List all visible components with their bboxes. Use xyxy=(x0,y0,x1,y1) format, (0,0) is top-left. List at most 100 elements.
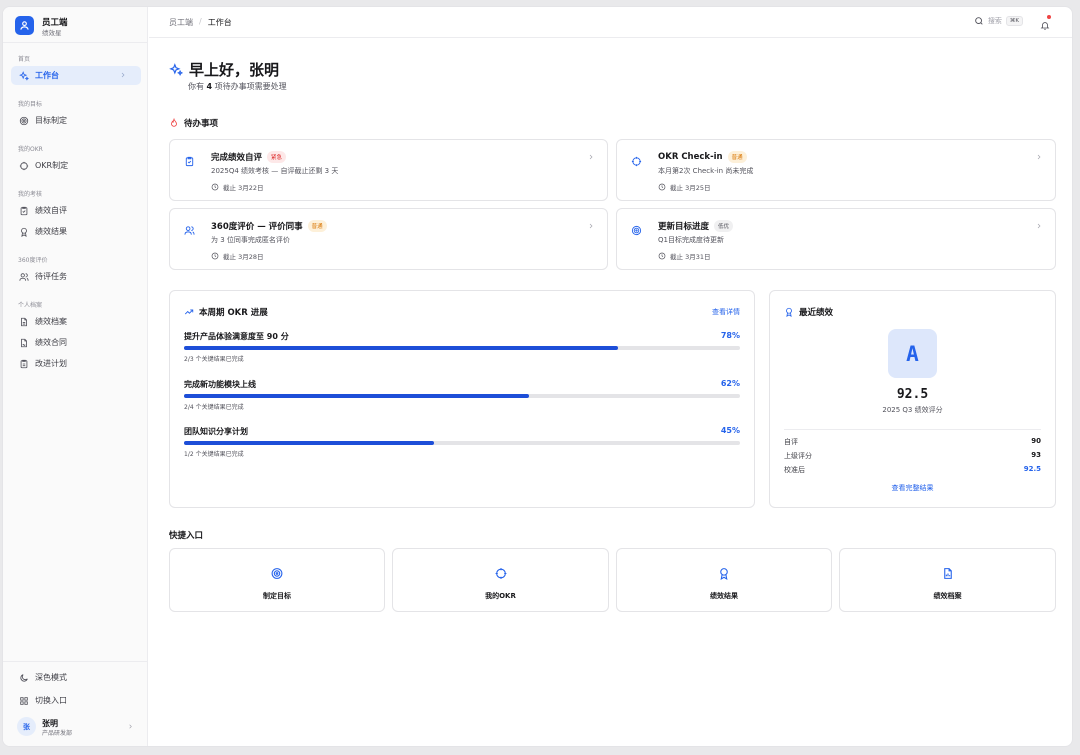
todo-due-text: 截止 3月25日 xyxy=(670,184,711,192)
avatar[interactable]: 张 xyxy=(17,717,36,736)
quick-item-results[interactable]: 绩效结果 xyxy=(616,548,832,612)
quick-item-label: 我的OKR xyxy=(485,592,516,600)
user-dept: 产品研发部 xyxy=(42,730,73,737)
clipboard-check-icon xyxy=(185,156,194,167)
award-icon xyxy=(21,227,27,237)
brand-subtitle: 绩效星 xyxy=(42,29,62,37)
todo-due-text: 截止 3月28日 xyxy=(223,253,264,261)
breadcrumb-root[interactable]: 员工端 xyxy=(169,17,193,28)
grid-icon xyxy=(20,696,28,705)
progress-bar xyxy=(184,441,740,445)
progress-fill xyxy=(184,346,618,350)
notification-button[interactable] xyxy=(1040,15,1051,35)
crosshair-icon xyxy=(495,568,506,579)
todo-card[interactable]: 完成绩效自评 紧急 2025Q4 绩效考核 — 自评截止还剩 3 天 截止 3月2… xyxy=(169,139,608,201)
clock-icon xyxy=(658,183,666,191)
target-icon xyxy=(271,568,283,579)
sidebar-item-okr-setting[interactable]: OKR制定 xyxy=(11,156,141,175)
quick-item-label: 绩效结果 xyxy=(710,592,738,600)
quick-item-set-goal[interactable]: 制定目标 xyxy=(169,548,385,612)
sidebar-item-label: 待评任务 xyxy=(35,272,67,281)
crosshair-icon xyxy=(631,156,642,167)
clipboard-list-icon xyxy=(20,359,28,368)
chevron-right-icon[interactable] xyxy=(127,723,134,730)
search-shortcut: ⌘K xyxy=(1005,16,1023,26)
performance-heading-label: 最近绩效 xyxy=(799,308,834,318)
users-icon xyxy=(19,272,29,281)
award-icon xyxy=(786,307,792,317)
todo-card[interactable]: OKR Check-in 普通 本月第2次 Check-in 尚未完成 截止 3月… xyxy=(616,139,1056,201)
chevron-right-icon xyxy=(1037,223,1041,229)
sidebar-item-pending-tasks[interactable]: 待评任务 xyxy=(11,267,141,286)
okr-item[interactable]: 提升产品体验满意度至 90 分 78% 2/3 个关键结果已完成 xyxy=(184,331,740,363)
score-row: 上级评分 93 xyxy=(784,451,1041,461)
sidebar-item-goal-setting[interactable]: 目标制定 xyxy=(11,111,141,130)
okr-progress-card: 本周期 OKR 进展 查看详情 提升产品体验满意度至 90 分 78% 2/3 … xyxy=(169,290,755,508)
switch-portal-button[interactable]: 切换入口 xyxy=(11,691,141,710)
sidebar-item-self-review[interactable]: 绩效自评 xyxy=(11,201,141,220)
brand[interactable]: 员工端 绩效星 xyxy=(3,7,148,43)
sidebar-item-label: 绩效合同 xyxy=(35,338,67,347)
todo-due: 截止 3月22日 xyxy=(211,182,263,192)
todo-due: 截止 3月28日 xyxy=(211,251,263,261)
performance-card: 最近绩效 A 92.5 2025 Q3 绩效评分 自评 90 上级评分 93 校准后… xyxy=(769,290,1056,508)
chevron-right-icon xyxy=(1037,154,1041,160)
quick-item-my-okr[interactable]: 我的OKR xyxy=(392,548,609,612)
todo-heading: 待办事项 xyxy=(169,117,218,129)
progress-bar xyxy=(184,346,740,350)
breadcrumb: 员工端 / 工作台 xyxy=(169,17,232,28)
breadcrumb-current: 工作台 xyxy=(207,18,232,27)
todo-desc: Q1目标完成度待更新 xyxy=(658,236,724,244)
sidebar-item-label: 绩效结果 xyxy=(35,227,67,236)
score-label: 2025 Q3 绩效评分 xyxy=(882,406,943,414)
sidebar-item-archive[interactable]: 绩效档案 xyxy=(11,312,141,331)
progress-fill xyxy=(184,441,435,445)
sparkle-icon xyxy=(19,70,29,81)
todo-card[interactable]: 更新目标进度 低优 Q1目标完成度待更新 截止 3月31日 xyxy=(616,208,1056,270)
todo-card[interactable]: 360度评价 — 评价同事 普通 为 3 位同事完成匿名评价 截止 3月28日 xyxy=(169,208,608,270)
full-results-link[interactable]: 查看完整结果 xyxy=(770,483,1055,493)
todo-title: OKR Check-in 普通 xyxy=(658,151,747,163)
switch-portal-label: 切换入口 xyxy=(35,696,67,705)
okr-item[interactable]: 团队知识分享计划 45% 1/2 个关键结果已完成 xyxy=(184,426,740,458)
okr-name: 提升产品体验满意度至 90 分 xyxy=(184,332,289,341)
section-okr: 我的OKR xyxy=(18,146,43,153)
file-signature-icon xyxy=(21,338,27,347)
section-profile: 个人档案 xyxy=(18,302,43,309)
topbar: 员工端 / 工作台 搜索 ⌘K xyxy=(149,7,1072,38)
sidebar-item-label: 目标制定 xyxy=(35,116,67,125)
okr-sub: 2/3 个关键结果已完成 xyxy=(184,356,244,363)
okr-heading-label: 本周期 OKR 进展 xyxy=(199,308,268,318)
todo-title: 完成绩效自评 紧急 xyxy=(211,151,287,163)
search-label: 搜索 xyxy=(987,17,1002,25)
sidebar-item-results[interactable]: 绩效结果 xyxy=(11,222,141,241)
greeting-subtitle: 你有 4 项待办事项需要处理 xyxy=(188,81,287,92)
priority-badge: 低优 xyxy=(714,220,734,232)
sidebar-item-contract[interactable]: 绩效合同 xyxy=(11,333,141,352)
greeting-title: 早上好，张明 xyxy=(169,59,279,80)
okr-details-link[interactable]: 查看详情 xyxy=(712,307,740,317)
sidebar-item-workbench[interactable]: 工作台 xyxy=(11,66,141,85)
section-360: 360度评价 xyxy=(18,257,48,264)
todo-desc: 本月第2次 Check-in 尚未完成 xyxy=(658,167,754,175)
quick-heading: 快捷入口 xyxy=(169,531,204,541)
score-row-value: 90 xyxy=(1031,437,1041,445)
okr-name: 完成新功能模块上线 xyxy=(184,380,256,389)
okr-item[interactable]: 完成新功能模块上线 62% 2/4 个关键结果已完成 xyxy=(184,379,740,411)
okr-name: 团队知识分享计划 xyxy=(184,427,248,436)
todo-title: 360度评价 — 评价同事 普通 xyxy=(211,220,327,232)
search-button[interactable]: 搜索 ⌘K xyxy=(974,16,1023,26)
quick-item-archive[interactable]: 绩效档案 xyxy=(839,548,1056,612)
grade-badge: A xyxy=(888,329,937,378)
performance-score: 92.5 xyxy=(896,387,929,402)
todo-title-text: 完成绩效自评 xyxy=(211,153,263,163)
section-goals: 我的目标 xyxy=(18,101,43,108)
dark-mode-toggle[interactable]: 深色模式 xyxy=(11,668,141,687)
quick-item-label: 绩效档案 xyxy=(933,592,962,600)
sidebar-item-improve[interactable]: 改进计划 xyxy=(11,354,141,373)
okr-percent: 62% xyxy=(720,379,740,388)
score-row-label: 上级评分 xyxy=(784,452,812,460)
chevron-right-icon xyxy=(589,154,593,160)
sidebar: 员工端 绩效星 首页 工作台 我的目标 目标制定 我的OKR OKR制定 我的考… xyxy=(3,7,148,746)
moon-icon xyxy=(20,673,28,682)
